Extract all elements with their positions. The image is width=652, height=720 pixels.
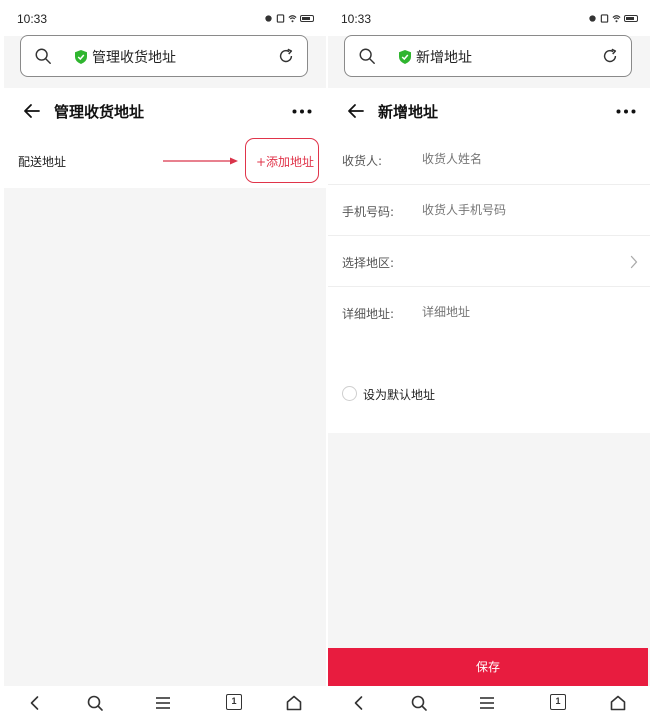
status-icons [588, 14, 638, 23]
status-icons [264, 14, 314, 23]
menu-icon[interactable] [154, 694, 172, 712]
bottom-nav-bar: 1 [328, 686, 650, 720]
shield-icon [399, 50, 411, 64]
battery-icon [624, 15, 638, 22]
bottom-nav-bar: 1 [4, 686, 326, 720]
sim-icon [600, 14, 609, 23]
phone-row[interactable]: 手机号码: [328, 185, 650, 236]
search-icon[interactable] [34, 47, 52, 65]
manage-address-screen: 10:33 管理收货地址 管理收货地址 配送地址 +添加地址 1 [4, 0, 326, 720]
status-bar: 10:33 [4, 0, 326, 36]
chevron-left-icon[interactable] [26, 694, 44, 712]
new-address-screen: 10:33 新增地址 新增地址 收货人: 手机号 [328, 0, 650, 720]
page-header: 管理收货地址 [4, 88, 326, 134]
home-icon[interactable] [609, 694, 627, 712]
status-bar: 10:33 [328, 0, 650, 36]
save-button[interactable]: 保存 [328, 648, 648, 686]
page-title: 管理收货地址 [54, 103, 145, 121]
status-time: 10:33 [341, 12, 372, 26]
vibrate-icon [589, 15, 596, 22]
home-icon[interactable] [285, 694, 303, 712]
search-icon[interactable] [86, 694, 104, 712]
menu-icon[interactable] [478, 694, 496, 712]
recipient-label: 收货人: [342, 154, 383, 168]
detail-address-row[interactable]: 详细地址: [328, 287, 650, 338]
back-arrow-icon[interactable] [346, 101, 366, 121]
phone-label: 手机号码: [342, 205, 395, 219]
back-arrow-icon[interactable] [22, 101, 42, 121]
battery-icon [300, 15, 314, 22]
default-address-row[interactable]: 设为默认地址 [328, 338, 650, 433]
default-address-label: 设为默认地址 [363, 388, 436, 402]
search-icon[interactable] [410, 694, 428, 712]
pointer-arrow-icon [163, 157, 238, 165]
more-icon[interactable] [616, 109, 636, 114]
page-header: 新增地址 [328, 88, 650, 134]
wifi-icon [612, 15, 621, 23]
recipient-input[interactable] [422, 152, 622, 166]
tabs-button[interactable]: 1 [226, 694, 242, 710]
delivery-address-row: 配送地址 +添加地址 [4, 134, 326, 188]
url-text[interactable]: 新增地址 [416, 47, 472, 67]
chevron-right-icon[interactable] [630, 255, 638, 269]
url-text[interactable]: 管理收货地址 [92, 47, 176, 67]
phone-input[interactable] [422, 203, 622, 217]
tabs-button[interactable]: 1 [550, 694, 566, 710]
recipient-row[interactable]: 收货人: [328, 134, 650, 185]
reload-icon[interactable] [601, 47, 619, 65]
reload-icon[interactable] [277, 47, 295, 65]
url-bar[interactable]: 新增地址 [344, 35, 632, 77]
region-row[interactable]: 选择地区: [328, 236, 650, 287]
wifi-icon [288, 15, 297, 23]
url-bar[interactable]: 管理收货地址 [20, 35, 308, 77]
default-address-radio[interactable] [342, 386, 357, 401]
screenshot-comparison: 10:33 管理收货地址 管理收货地址 配送地址 +添加地址 1 10:33 新… [0, 0, 652, 720]
search-icon[interactable] [358, 47, 376, 65]
address-form: 收货人: 手机号码: 选择地区: 详细地址: [328, 134, 650, 338]
chevron-left-icon[interactable] [350, 694, 368, 712]
sim-icon [276, 14, 285, 23]
region-label: 选择地区: [342, 256, 395, 270]
vibrate-icon [265, 15, 272, 22]
add-address-button[interactable]: +添加地址 [256, 153, 314, 170]
page-title: 新增地址 [378, 103, 439, 121]
status-time: 10:33 [17, 12, 48, 26]
detail-address-input[interactable] [422, 305, 622, 319]
delivery-address-label: 配送地址 [18, 155, 67, 169]
detail-address-label: 详细地址: [342, 307, 395, 321]
more-icon[interactable] [292, 109, 312, 114]
shield-icon [75, 50, 87, 64]
